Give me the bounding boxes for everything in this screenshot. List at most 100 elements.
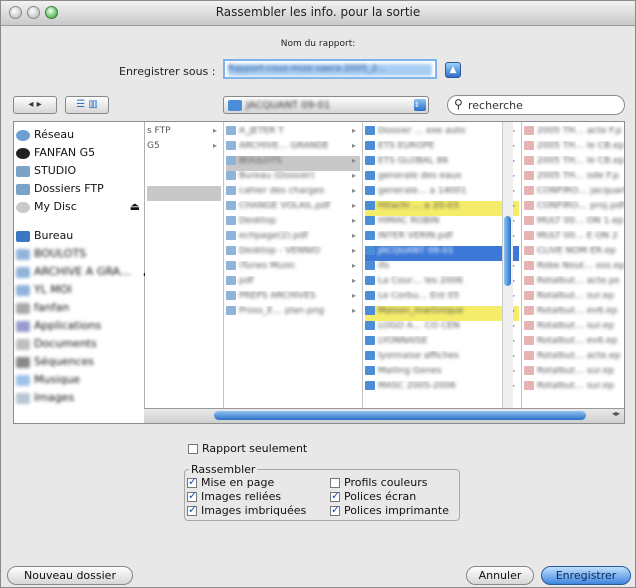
browser-row[interactable]: ARCHIVE… GRANDE ▸ xyxy=(226,141,360,156)
browser-row[interactable]: CLIVE NOM ER.ep xyxy=(524,246,624,261)
location-popup[interactable]: JACQUANT 09-01 ⇕ xyxy=(223,96,429,114)
sidebar-item-yl-moi[interactable]: YL MOI xyxy=(16,283,72,299)
screen-fonts-checkbox[interactable] xyxy=(330,489,340,502)
sidebar-item-fanfan[interactable]: fanfan xyxy=(16,301,69,317)
browser-row[interactable]: Dossier … exe auto▸ xyxy=(365,126,519,141)
linked-images-option[interactable]: Images reliées xyxy=(187,489,281,503)
browser-row[interactable]: generale des eaux▸ xyxy=(365,171,519,186)
column-3-scroll-thumb[interactable] xyxy=(504,216,511,286)
browser-row[interactable]: Desktop - VENNIO ▸ xyxy=(226,246,360,261)
browser-row[interactable]: Rotalbut… acte.ep xyxy=(524,351,624,366)
view-mode-buttons[interactable]: ☰ ▥ xyxy=(65,96,109,114)
browser-row[interactable]: ETS GLOBAL 86▸ xyxy=(365,156,519,171)
browser-row[interactable]: INTER VERIN.pdf▸ xyxy=(365,231,519,246)
printer-fonts-option[interactable]: Polices imprimante xyxy=(330,503,449,517)
browser-row[interactable]: MASC 2005-2006▸ xyxy=(365,381,519,396)
browser-row[interactable]: Robe Nout… oss.ep xyxy=(524,261,624,276)
browser-row[interactable]: s FTP ▸ xyxy=(147,126,221,141)
browser-row[interactable]: MULT 00… E ON 2 xyxy=(524,231,624,246)
browser-row[interactable]: Maison_martinique▸ xyxy=(365,306,519,321)
browser-row[interactable]: Hitachi … a 20-03▸ xyxy=(365,201,519,216)
column-3-scrollbar[interactable] xyxy=(502,122,513,411)
save-button[interactable]: Enregistrer xyxy=(541,566,631,585)
search-field[interactable]: ⚲ recherche xyxy=(447,95,625,115)
color-profiles-option[interactable]: Profils couleurs xyxy=(330,476,427,489)
browser-row[interactable]: cahier des charges ▸ xyxy=(226,186,360,201)
horizontal-scrollbar[interactable]: ◂▸ xyxy=(144,408,624,423)
layout-option[interactable]: Mise en page xyxy=(187,475,274,489)
color-profiles-checkbox[interactable] xyxy=(330,478,340,488)
browser-row[interactable]: 2005 TH… le CB.ep xyxy=(524,141,624,156)
browser-row[interactable]: Rotalbut… sur.ep xyxy=(524,366,624,381)
browser-row[interactable] xyxy=(147,186,221,201)
browser-row[interactable]: Rotalbut… sur.ep xyxy=(524,381,624,396)
browser-row[interactable]: 2005 TH… le CB.ep xyxy=(524,156,624,171)
browser-row[interactable]: ETS EUROPE▸ xyxy=(365,141,519,156)
screen-fonts-option[interactable]: Polices écran xyxy=(330,489,416,503)
browser-row[interactable]: Rotalbut… sur.ep xyxy=(524,291,624,306)
new-folder-button[interactable]: Nouveau dossier xyxy=(7,566,133,585)
report-only-checkbox[interactable] xyxy=(188,444,198,454)
browser-row[interactable]: pdf ▸ xyxy=(226,276,360,291)
browser-row[interactable]: iTunes Music ▸ xyxy=(226,261,360,276)
sidebar-item-applications[interactable]: Applications xyxy=(16,319,101,335)
browser-row[interactable]: Rotalbut… sur.ep xyxy=(524,321,624,336)
browser-row[interactable]: G5 ▸ xyxy=(147,141,221,156)
browser-row[interactable]: MULT 00… ON 1.ep xyxy=(524,216,624,231)
sidebar-item-archive[interactable]: ARCHIVE A GRA… xyxy=(16,265,131,281)
browser-row[interactable]: PREPS ARCHIVES ▸ xyxy=(226,291,360,306)
browser-row[interactable]: A_JETER T ▸ xyxy=(226,126,360,141)
scroll-arrows-icon[interactable]: ◂▸ xyxy=(612,409,620,418)
embedded-images-checkbox[interactable] xyxy=(187,503,197,516)
browser-row[interactable]: Le Corbu… Ent 05▸ xyxy=(365,291,519,306)
browser-row[interactable]: 2005 TH… acte F.p xyxy=(524,126,624,141)
expand-dialog-button[interactable]: ▲ xyxy=(445,62,461,78)
cancel-button[interactable]: Annuler xyxy=(466,566,534,585)
sidebar-item-documents[interactable]: Documents xyxy=(16,337,97,353)
sidebar-item-sequences[interactable]: Séquences xyxy=(16,355,94,371)
browser-row[interactable]: Desktop ▸ xyxy=(226,216,360,231)
browser-row[interactable]: BOULOTS ▸ xyxy=(226,156,360,171)
browser-row[interactable]: LYONNAISE▸ xyxy=(365,336,519,351)
browser-row[interactable]: Rotalbut… ev6.ep xyxy=(524,306,624,321)
sidebar-item-reseau[interactable]: Réseau xyxy=(16,128,74,144)
sidebar-item-boulots[interactable]: BOULOTS xyxy=(16,247,86,263)
browser-row[interactable]: ifo▸ xyxy=(365,261,519,276)
browser-row[interactable]: La Cour… les 2006▸ xyxy=(365,276,519,291)
sidebar-item-fanfan-g5[interactable]: FANFAN G5 xyxy=(16,146,95,162)
browser-row[interactable]: Rotalbut… ev6.ep xyxy=(524,336,624,351)
browser-row[interactable]: Pross_E… plan.png ▸ xyxy=(226,306,360,321)
sidebar-item-images[interactable]: Images xyxy=(16,391,74,407)
browser-row[interactable]: CONFIRO… proj.pdf xyxy=(524,201,624,216)
horizontal-scroll-thumb[interactable] xyxy=(214,411,586,420)
sidebar-item-my-disc[interactable]: My Disc ⏏ xyxy=(16,200,140,216)
browser-row[interactable]: Mailing Genes▸ xyxy=(365,366,519,381)
browser-row[interactable] xyxy=(147,171,221,186)
browser-row[interactable] xyxy=(147,156,221,171)
sidebar-item-bureau[interactable]: Bureau xyxy=(16,229,73,245)
embedded-images-option[interactable]: Images imbriquées xyxy=(187,503,306,517)
browser-row[interactable]: CHANGE VOLAIL.pdf ▸ xyxy=(226,201,360,216)
save-as-field[interactable]: Rapport-cous-mize-saera-2005_2… xyxy=(223,59,437,79)
browser-row[interactable]: lyonnaise affiches▸ xyxy=(365,351,519,366)
back-forward-buttons[interactable]: ◂ ▸ xyxy=(13,96,57,114)
printer-fonts-checkbox[interactable] xyxy=(330,503,340,516)
browser-row[interactable]: 2005 TH… ode F.p xyxy=(524,171,624,186)
sidebar-item-dossiers-ftp[interactable]: Dossiers FTP xyxy=(16,182,104,198)
sidebar-item-musique[interactable]: Musique xyxy=(16,373,80,389)
browser-row[interactable]: JACQUANT 09-01▸ xyxy=(365,246,519,261)
sidebar-item-studio[interactable]: STUDIO xyxy=(16,164,76,180)
browser-row[interactable]: LOGO A… CO CEN▸ xyxy=(365,321,519,336)
browser-row[interactable]: generale… a 14001▸ xyxy=(365,186,519,201)
eject-icon[interactable]: ⏏ xyxy=(130,200,140,213)
browser-row[interactable]: CONFIRO… jacquart xyxy=(524,186,624,201)
browser-row[interactable]: echpage(2).pdf ▸ xyxy=(226,231,360,246)
chevron-right-icon: ▸ xyxy=(351,186,356,195)
chevron-right-icon: ▸ xyxy=(351,126,356,135)
browser-row[interactable]: Rotalbut… acte.ps xyxy=(524,276,624,291)
browser-row[interactable]: HIMAC ROBIN▸ xyxy=(365,216,519,231)
browser-row[interactable]: Bureau (Dossier) ▸ xyxy=(226,171,360,186)
linked-images-checkbox[interactable] xyxy=(187,489,197,502)
layout-checkbox[interactable] xyxy=(187,475,197,488)
report-only-option[interactable]: Rapport seulement xyxy=(188,442,307,455)
